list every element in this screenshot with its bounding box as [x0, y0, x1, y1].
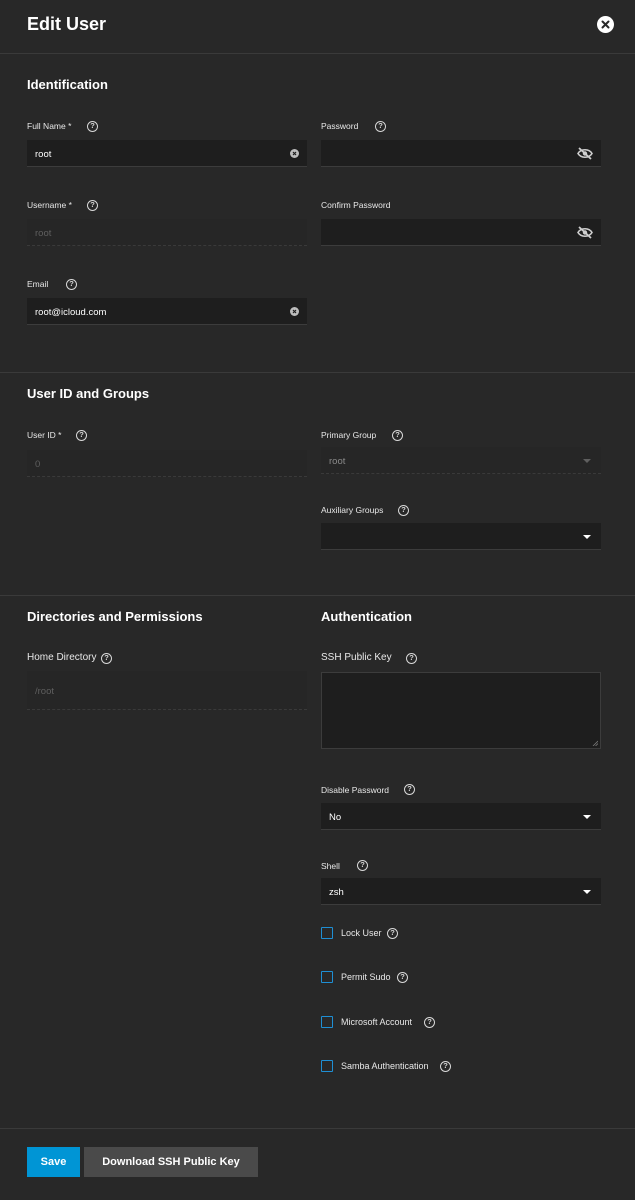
- chevron-down-icon: [583, 535, 591, 539]
- help-icon[interactable]: ?: [66, 279, 77, 290]
- email-input[interactable]: root@icloud.com: [27, 298, 307, 325]
- help-icon[interactable]: ?: [404, 784, 415, 795]
- email-label: Email: [27, 279, 49, 289]
- user-id-value: 0: [35, 459, 41, 470]
- disable-password-select[interactable]: No: [321, 803, 601, 830]
- home-directory-label: Home Directory: [27, 652, 97, 663]
- microsoft-account-label: Microsoft Account: [341, 1017, 413, 1027]
- full-name-value: root: [35, 149, 52, 160]
- primary-group-select: root: [321, 447, 601, 474]
- email-value: root@icloud.com: [35, 307, 107, 318]
- close-icon[interactable]: [597, 16, 614, 33]
- samba-authentication-label: Samba Authentication: [341, 1061, 429, 1071]
- help-icon[interactable]: ?: [424, 1017, 435, 1028]
- full-name-label: Full Name *: [27, 121, 72, 131]
- dialog-header: Edit User: [0, 0, 635, 54]
- help-icon[interactable]: ?: [375, 121, 386, 132]
- section-divider: [0, 372, 635, 373]
- full-name-input[interactable]: root: [27, 140, 307, 167]
- help-icon[interactable]: ?: [76, 430, 87, 441]
- password-label: Password: [321, 121, 359, 131]
- auxiliary-groups-label: Auxiliary Groups: [321, 505, 384, 515]
- eye-off-icon[interactable]: [577, 226, 593, 239]
- help-icon[interactable]: ?: [87, 121, 98, 132]
- ssh-public-key-label: SSH Public Key: [321, 652, 392, 663]
- resize-handle-icon[interactable]: [592, 740, 598, 746]
- save-button[interactable]: Save: [27, 1147, 80, 1177]
- chevron-down-icon: [583, 890, 591, 894]
- username-value: root: [35, 228, 52, 239]
- lock-user-label: Lock User: [341, 928, 382, 938]
- help-icon[interactable]: ?: [87, 200, 98, 211]
- samba-authentication-checkbox[interactable]: [321, 1060, 333, 1072]
- help-icon[interactable]: ?: [387, 928, 398, 939]
- ssh-public-key-textarea[interactable]: [321, 672, 601, 749]
- chevron-down-icon: [583, 459, 591, 463]
- home-directory-input: /root: [27, 671, 307, 710]
- confirm-password-input[interactable]: [321, 219, 601, 246]
- clear-icon[interactable]: [290, 149, 299, 158]
- disable-password-value: No: [329, 812, 342, 823]
- chevron-down-icon: [583, 815, 591, 819]
- shell-label: Shell: [321, 861, 340, 871]
- home-directory-value: /root: [35, 686, 55, 697]
- dialog-title: Edit User: [27, 14, 107, 34]
- auxiliary-groups-select[interactable]: [321, 523, 601, 550]
- download-ssh-public-key-button[interactable]: Download SSH Public Key: [84, 1147, 258, 1177]
- confirm-password-label: Confirm Password: [321, 200, 391, 210]
- microsoft-account-checkbox[interactable]: [321, 1016, 333, 1028]
- section-title-user-id-groups: User ID and Groups: [27, 386, 150, 401]
- permit-sudo-label: Permit Sudo: [341, 972, 391, 982]
- help-icon[interactable]: ?: [406, 653, 417, 664]
- section-title-directories: Directories and Permissions: [27, 609, 203, 624]
- help-icon[interactable]: ?: [440, 1061, 451, 1072]
- password-input[interactable]: [321, 140, 601, 167]
- username-input: root: [27, 219, 307, 246]
- help-icon[interactable]: ?: [398, 505, 409, 516]
- section-divider: [0, 1128, 635, 1129]
- username-label: Username *: [27, 200, 72, 210]
- help-icon[interactable]: ?: [392, 430, 403, 441]
- shell-select[interactable]: zsh: [321, 878, 601, 905]
- eye-off-icon[interactable]: [577, 147, 593, 160]
- help-icon[interactable]: ?: [357, 860, 368, 871]
- primary-group-label: Primary Group: [321, 430, 377, 440]
- shell-value: zsh: [329, 887, 344, 898]
- user-id-label: User ID *: [27, 430, 62, 440]
- primary-group-value: root: [329, 456, 346, 467]
- lock-user-checkbox[interactable]: [321, 927, 333, 939]
- user-id-input: 0: [27, 450, 307, 477]
- disable-password-label: Disable Password: [321, 785, 390, 795]
- section-title-identification: Identification: [27, 77, 108, 92]
- section-divider: [0, 595, 635, 596]
- help-icon[interactable]: ?: [101, 653, 112, 664]
- section-title-authentication: Authentication: [321, 609, 412, 624]
- permit-sudo-checkbox[interactable]: [321, 971, 333, 983]
- clear-icon[interactable]: [290, 307, 299, 316]
- help-icon[interactable]: ?: [397, 972, 408, 983]
